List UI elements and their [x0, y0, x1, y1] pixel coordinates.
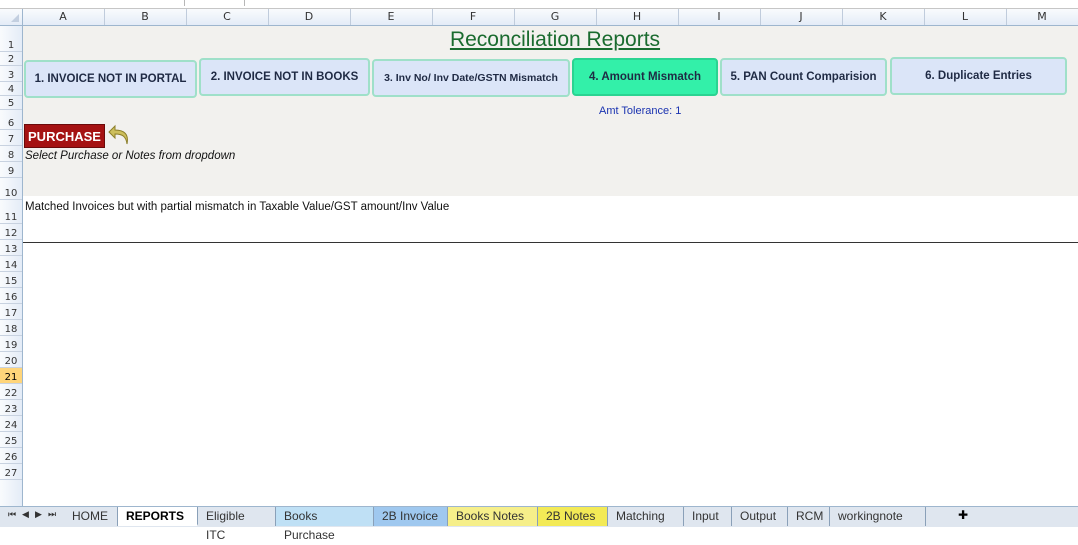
name-box[interactable]	[0, 0, 185, 6]
row-header-4[interactable]: 4	[0, 82, 22, 96]
column-header-L[interactable]: L	[924, 9, 1007, 25]
row-header-16[interactable]: 16	[0, 288, 22, 304]
sheet-tab-eligible-itc[interactable]: Eligible ITC	[198, 507, 276, 542]
sheet-tab-workingnote[interactable]: workingnote	[830, 507, 926, 526]
duplicate-entries-button[interactable]: 6. Duplicate Entries	[890, 57, 1067, 95]
row-header-7[interactable]: 7	[0, 130, 22, 146]
sheet-tab-2b-invoice[interactable]: 2B Invoice	[374, 507, 448, 526]
formula-bar	[0, 0, 1078, 9]
row-header-26[interactable]: 26	[0, 448, 22, 464]
sheet-tab-rcm[interactable]: RCM	[788, 507, 830, 526]
pan-count-comparision-button[interactable]: 5. PAN Count Comparision	[720, 58, 887, 96]
sheet-tab-input[interactable]: Input	[684, 507, 732, 526]
formula-divider	[244, 0, 245, 6]
invoice-not-in-books-button[interactable]: 2. INVOICE NOT IN BOOKS	[199, 58, 370, 96]
row-header-15[interactable]: 15	[0, 272, 22, 288]
select-all-corner[interactable]	[0, 9, 23, 25]
column-header-E[interactable]: E	[350, 9, 433, 25]
row-header-14[interactable]: 14	[0, 256, 22, 272]
row-header-17[interactable]: 17	[0, 304, 22, 320]
sheet-tab-matching[interactable]: Matching	[608, 507, 684, 526]
row-header-23[interactable]: 23	[0, 400, 22, 416]
row-header-12[interactable]: 12	[0, 224, 22, 240]
sheet-tab-home[interactable]: HOME	[64, 507, 118, 526]
row-header-1[interactable]: 1	[0, 26, 22, 52]
row-header-25[interactable]: 25	[0, 432, 22, 448]
divider-line	[23, 242, 1078, 243]
row-header-19[interactable]: 19	[0, 336, 22, 352]
column-header-M[interactable]: M	[1006, 9, 1078, 25]
column-header-D[interactable]: D	[268, 9, 351, 25]
report-description: Matched Invoices but with partial mismat…	[25, 201, 450, 213]
row-header-13[interactable]: 13	[0, 240, 22, 256]
row-header-21[interactable]: 21	[0, 368, 22, 384]
row-header-18[interactable]: 18	[0, 320, 22, 336]
row-header-2[interactable]: 2	[0, 52, 22, 66]
row-header-bar: 1 2 3 4 5 6 7 8 9 10 11 12 13 14 15 16 17 18 19 20 21 22 23 24 2…	[0, 26, 23, 506]
sheet-tab-bar: ⏮ ◀ ▶ ⏭ HOME REPORTS Eligible ITC Books Pur…	[0, 506, 1078, 542]
refresh-arrow-icon[interactable]	[106, 122, 132, 150]
sheet-tab-output[interactable]: Output	[732, 507, 788, 526]
row-header-11[interactable]: 11	[0, 200, 22, 224]
first-sheet-icon[interactable]: ⏮	[8, 510, 16, 520]
column-header-bar: ABCDEFGHIJKLM	[0, 9, 1078, 26]
column-header-K[interactable]: K	[842, 9, 925, 25]
row-header-6[interactable]: 6	[0, 110, 22, 130]
row-header-5[interactable]: 5	[0, 96, 22, 110]
row-header-24[interactable]: 24	[0, 416, 22, 432]
amount-tolerance-label: Amt Tolerance: 1	[599, 105, 682, 117]
sheet-tab-reports[interactable]: REPORTS	[118, 507, 198, 526]
column-header-I[interactable]: I	[678, 9, 761, 25]
row-header-27[interactable]: 27	[0, 464, 22, 480]
sheet-tab-2b-notes[interactable]: 2B Notes	[538, 507, 608, 526]
column-header-J[interactable]: J	[760, 9, 843, 25]
amount-mismatch-button[interactable]: 4. Amount Mismatch	[572, 58, 718, 96]
row-header-20[interactable]: 20	[0, 352, 22, 368]
column-header-H[interactable]: H	[596, 9, 679, 25]
insert-sheet-icon[interactable]: ✚	[958, 508, 968, 522]
next-sheet-icon[interactable]: ▶	[35, 510, 42, 520]
sheet-tab-books-purchase[interactable]: Books Purchase	[276, 507, 374, 542]
row-header-10[interactable]: 10	[0, 178, 22, 200]
prev-sheet-icon[interactable]: ◀	[22, 510, 29, 520]
row-header-3[interactable]: 3	[0, 66, 22, 82]
row-header-8[interactable]: 8	[0, 146, 22, 162]
invoice-not-in-portal-button[interactable]: 1. INVOICE NOT IN PORTAL	[24, 60, 197, 98]
column-header-F[interactable]: F	[432, 9, 515, 25]
column-header-B[interactable]: B	[104, 9, 187, 25]
column-header-C[interactable]: C	[186, 9, 269, 25]
inv-mismatch-button[interactable]: 3. Inv No/ Inv Date/GSTN Mismatch	[372, 59, 570, 97]
page-title: Reconciliation Reports	[449, 28, 661, 51]
sheet-tab-books-notes[interactable]: Books Notes	[448, 507, 538, 526]
last-sheet-icon[interactable]: ⏭	[48, 510, 56, 520]
dropdown-hint: Select Purchase or Notes from dropdown	[25, 150, 236, 162]
column-header-A[interactable]: A	[22, 9, 105, 25]
report-type-dropdown[interactable]: PURCHASE	[24, 124, 105, 148]
row-header-9[interactable]: 9	[0, 162, 22, 178]
row-header-22[interactable]: 22	[0, 384, 22, 400]
column-header-G[interactable]: G	[514, 9, 597, 25]
